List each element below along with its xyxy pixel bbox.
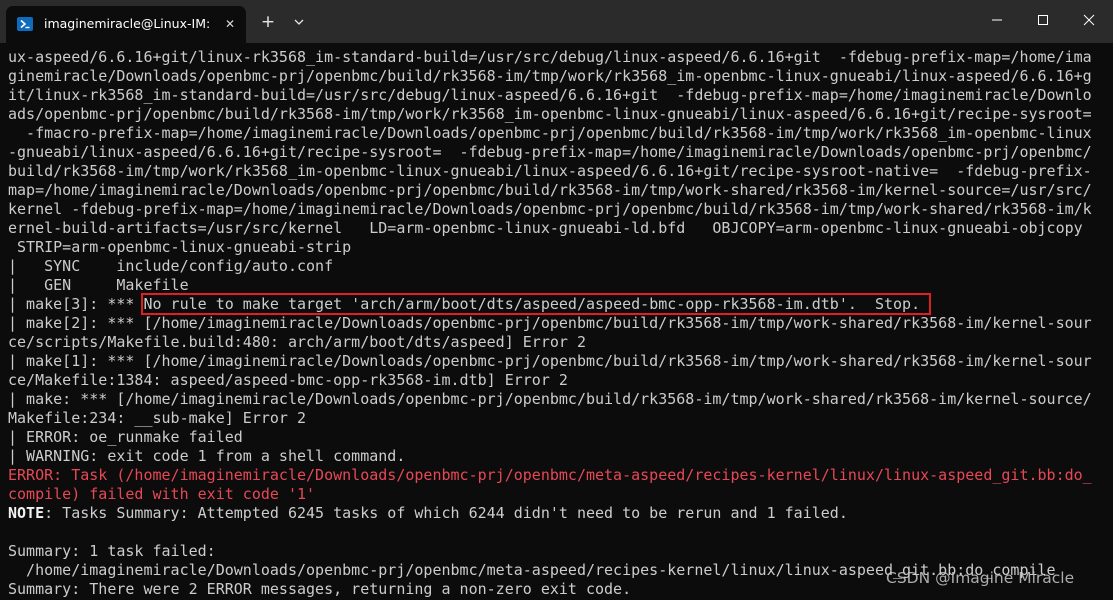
terminal-line: ce/Makefile:1384: aspeed/aspeed-bmc-opp-… (8, 371, 1108, 390)
terminal-line: ginemiracle/Downloads/openbmc-prj/openbm… (8, 67, 1108, 86)
terminal-text: | make: *** [/home/imaginemiracle/Downlo… (8, 390, 1092, 408)
terminal-text: | SYNC include/config/auto.conf (8, 257, 334, 275)
maximize-icon (1038, 15, 1048, 25)
terminal-line: | make[2]: *** [/home/imaginemiracle/Dow… (8, 314, 1108, 333)
terminal-text: ux-aspeed/6.6.16+git/linux-rk3568_im-sta… (8, 48, 1092, 66)
terminal-text: ginemiracle/Downloads/openbmc-prj/openbm… (8, 67, 1092, 85)
chevron-down-icon[interactable] (290, 12, 308, 32)
close-button[interactable] (1066, 0, 1112, 40)
terminal-text: -fmacro-prefix-map=/home/imaginemiracle/… (8, 124, 1092, 142)
close-icon (1083, 14, 1095, 26)
terminal-line: Makefile:234: __sub-make] Error 2 (8, 409, 1108, 428)
new-tab-button[interactable]: + (258, 12, 278, 32)
watermark: CSDN @Imagine Miracle (886, 569, 1075, 587)
terminal-text: | GEN Makefile (8, 276, 189, 294)
terminal-line: | GEN Makefile (8, 276, 1108, 295)
terminal-line: map=/home/imaginemiracle/Downloads/openb… (8, 181, 1108, 200)
terminal-window: imaginemiracle@Linux-IM: ~/ ✕ + ux-aspee… (0, 0, 1113, 600)
terminal-text: kernel -fdebug-prefix-map=/home/imaginem… (8, 200, 1092, 218)
highlighted-error-message: No rule to make target 'arch/arm/boot/dt… (141, 293, 932, 315)
note-label: NOTE (8, 504, 45, 522)
terminal-line: compile) failed with exit code '1' (8, 485, 1108, 504)
error-text: ERROR: Task (/home/imaginemiracle/Downlo… (8, 466, 1092, 484)
terminal-text: Summary: There were 2 ERROR messages, re… (8, 580, 632, 598)
tab-title: imaginemiracle@Linux-IM: ~/ (44, 16, 214, 31)
terminal-text: ernel-build-artifacts=/usr/src/kernel LD… (8, 219, 1083, 237)
terminal-line: ads/openbmc-prj/openbmc/build/rk3568-im/… (8, 105, 1108, 124)
terminal-line: -fmacro-prefix-map=/home/imaginemiracle/… (8, 124, 1108, 143)
terminal-line: ce/scripts/Makefile.build:480: arch/arm/… (8, 333, 1108, 352)
terminal-text: : Tasks Summary: Attempted 6245 tasks of… (44, 504, 848, 522)
terminal-line: | make: *** [/home/imaginemiracle/Downlo… (8, 390, 1108, 409)
error-text: compile) failed with exit code '1' (8, 485, 316, 503)
terminal-line: NOTE: Tasks Summary: Attempted 6245 task… (8, 504, 1108, 523)
terminal-text: | WARNING: exit code 1 from a shell comm… (8, 447, 406, 465)
powershell-icon (17, 17, 33, 31)
title-bar: imaginemiracle@Linux-IM: ~/ ✕ + (0, 0, 1113, 43)
terminal-text: ce/scripts/Makefile.build:480: arch/arm/… (8, 333, 586, 351)
minimize-button[interactable] (974, 0, 1020, 40)
terminal-text: it/linux-rk3568_im-standard-build=/usr/s… (8, 86, 1092, 104)
terminal-text: map=/home/imaginemiracle/Downloads/openb… (8, 181, 1092, 199)
terminal-line: -gnueabi/linux-aspeed/6.6.16+git/recipe-… (8, 143, 1108, 162)
maximize-button[interactable] (1020, 0, 1066, 40)
terminal-line: Summary: 1 task failed: (8, 542, 1108, 561)
terminal-tab[interactable]: imaginemiracle@Linux-IM: ~/ ✕ (6, 6, 246, 43)
tab-close-icon[interactable]: ✕ (221, 15, 239, 33)
terminal-text: | ERROR: oe_runmake failed (8, 428, 243, 446)
terminal-line: | WARNING: exit code 1 from a shell comm… (8, 447, 1108, 466)
terminal-line: | make[3]: *** No rule to make target 'a… (8, 293, 1108, 315)
terminal-line: it/linux-rk3568_im-standard-build=/usr/s… (8, 86, 1108, 105)
terminal-text: build/rk3568-im/tmp/work/rk3568_im-openb… (8, 162, 1092, 180)
terminal-line: ERROR: Task (/home/imaginemiracle/Downlo… (8, 466, 1108, 485)
terminal-line: ux-aspeed/6.6.16+git/linux-rk3568_im-sta… (8, 48, 1108, 67)
terminal-line: | ERROR: oe_runmake failed (8, 428, 1108, 447)
terminal-text: Makefile:234: __sub-make] Error 2 (8, 409, 307, 427)
terminal-line: | make[1]: *** [/home/imaginemiracle/Dow… (8, 352, 1108, 371)
terminal-text: STRIP=arm-openbmc-linux-gnueabi-strip (8, 238, 352, 256)
terminal-line: STRIP=arm-openbmc-linux-gnueabi-strip (8, 238, 1108, 257)
terminal-line: build/rk3568-im/tmp/work/rk3568_im-openb… (8, 162, 1108, 181)
terminal-line: kernel -fdebug-prefix-map=/home/imaginem… (8, 200, 1108, 219)
terminal-line: | SYNC include/config/auto.conf (8, 257, 1108, 276)
terminal-output[interactable]: ux-aspeed/6.6.16+git/linux-rk3568_im-sta… (8, 48, 1108, 600)
terminal-text: ce/Makefile:1384: aspeed/aspeed-bmc-opp-… (8, 371, 568, 389)
terminal-line: ernel-build-artifacts=/usr/src/kernel LD… (8, 219, 1108, 238)
terminal-text: | make[2]: *** [/home/imaginemiracle/Dow… (8, 314, 1092, 332)
terminal-text: | make[3]: *** (8, 295, 144, 313)
terminal-text: | make[1]: *** [/home/imaginemiracle/Dow… (8, 352, 1092, 370)
minimize-icon (992, 19, 1002, 21)
terminal-text: -gnueabi/linux-aspeed/6.6.16+git/recipe-… (8, 143, 1092, 161)
terminal-text: Summary: 1 task failed: (8, 542, 216, 560)
terminal-text: ads/openbmc-prj/openbmc/build/rk3568-im/… (8, 105, 1092, 123)
